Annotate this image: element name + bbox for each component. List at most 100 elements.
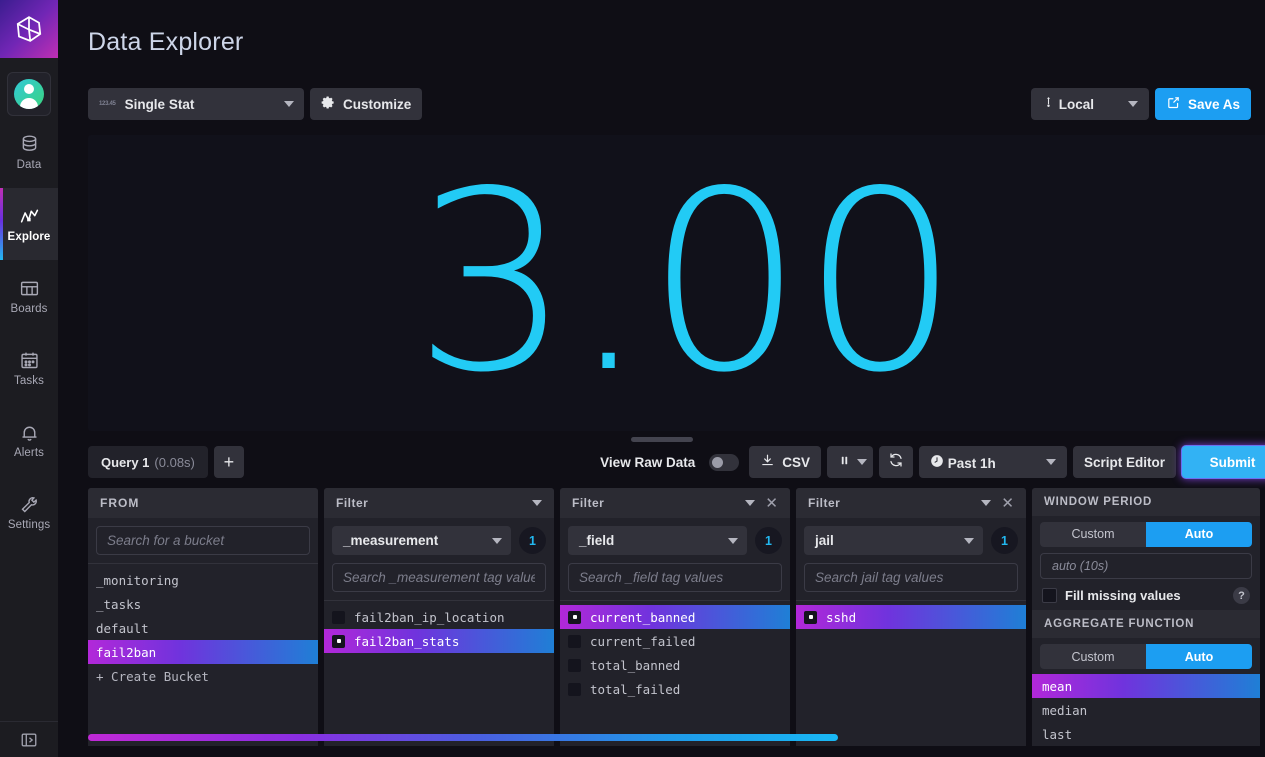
add-query-button[interactable]: + xyxy=(213,446,244,478)
csv-download-button[interactable]: CSV xyxy=(749,446,821,478)
from-panel-header: FROM xyxy=(88,488,318,518)
query-tab[interactable]: Query 1 (0.08s) xyxy=(88,446,208,478)
tag-value-list[interactable]: fail2ban_ip_location fail2ban_stats xyxy=(324,600,554,746)
tag-value-search-input[interactable] xyxy=(332,563,546,592)
list-item[interactable]: median xyxy=(1032,698,1260,722)
list-item-selected[interactable]: mean xyxy=(1032,674,1260,698)
checkbox-icon[interactable] xyxy=(332,610,345,624)
chevron-down-icon xyxy=(728,537,738,544)
refresh-icon xyxy=(888,452,904,473)
visualization-panel: 3.00 xyxy=(88,135,1265,431)
chevron-down-icon[interactable] xyxy=(981,500,992,506)
tag-key-dropdown[interactable]: _measurement xyxy=(332,526,511,555)
query-toolbar: Query 1 (0.08s) + View Raw Data CSV Past… xyxy=(88,446,1265,478)
chevron-down-icon xyxy=(284,101,294,107)
export-icon xyxy=(1166,95,1181,113)
sidebar-item-boards[interactable]: Boards xyxy=(0,260,58,332)
tag-value-label: current_banned xyxy=(590,609,696,625)
checkbox-icon-checked[interactable] xyxy=(568,610,581,624)
list-item[interactable]: current_failed xyxy=(560,629,790,653)
query-tab-label: Query 1 xyxy=(101,454,150,470)
list-item-selected[interactable]: sshd xyxy=(796,605,1026,629)
aggregate-function-mode-toggle[interactable]: Custom Auto xyxy=(1040,644,1252,669)
sidebar-item-tasks[interactable]: Tasks xyxy=(0,332,58,404)
tag-value-label: total_failed xyxy=(590,681,681,697)
bucket-search-input[interactable] xyxy=(96,526,310,555)
bucket-list[interactable]: _monitoring _tasks default fail2ban + Cr… xyxy=(88,563,318,746)
scrollbar-thumb[interactable] xyxy=(88,734,838,741)
checkbox-icon[interactable] xyxy=(568,634,581,648)
sidebar-item-settings[interactable]: Settings xyxy=(0,476,58,548)
time-range-dropdown[interactable]: Past 1h xyxy=(918,446,1067,478)
from-panel: FROM _monitoring _tasks defau xyxy=(88,488,318,746)
tag-value-list[interactable]: current_banned current_failed total_bann… xyxy=(560,600,790,746)
selected-count-badge: 1 xyxy=(755,527,782,554)
list-item[interactable]: total_banned xyxy=(560,653,790,677)
save-as-button[interactable]: Save As xyxy=(1154,88,1251,120)
influxdb-logo-icon[interactable] xyxy=(0,0,58,58)
tag-value-label: sshd xyxy=(826,609,857,625)
aggregate-custom-option[interactable]: Custom xyxy=(1040,644,1146,669)
list-item[interactable]: _monitoring xyxy=(88,568,318,592)
bell-icon xyxy=(19,422,40,443)
timezone-dropdown[interactable]: Local xyxy=(1030,88,1149,120)
tag-key-dropdown[interactable]: _field xyxy=(568,526,747,555)
sidebar-expand-icon[interactable] xyxy=(0,721,58,757)
pause-icon xyxy=(838,454,851,470)
window-period-auto-option[interactable]: Auto xyxy=(1146,521,1252,547)
list-item[interactable]: total_failed xyxy=(560,677,790,701)
window-period-title: WINDOW PERIOD xyxy=(1032,488,1260,516)
list-item[interactable]: fail2ban_ip_location xyxy=(324,605,554,629)
tag-key-dropdown[interactable]: jail xyxy=(804,526,983,555)
auto-refresh-pause-button[interactable] xyxy=(826,446,873,478)
query-builder: FROM _monitoring _tasks defau xyxy=(88,488,1265,746)
fill-missing-values-row[interactable]: Fill missing values ? xyxy=(1032,579,1260,610)
chevron-down-icon[interactable] xyxy=(745,500,756,506)
tag-key-label: _measurement xyxy=(343,533,439,548)
sidebar-item-alerts[interactable]: Alerts xyxy=(0,404,58,476)
script-editor-button[interactable]: Script Editor xyxy=(1072,446,1176,478)
filter-panel-title: Filter xyxy=(572,496,605,510)
page-title: Data Explorer xyxy=(88,28,244,56)
filter-panel-measurement: Filter _measurement 1 Search _measuremen… xyxy=(324,488,554,746)
builder-horizontal-scrollbar[interactable] xyxy=(88,734,1082,741)
window-period-custom-option[interactable]: Custom xyxy=(1040,522,1146,547)
avatar[interactable] xyxy=(7,72,51,116)
window-period-mode-toggle[interactable]: Custom Auto xyxy=(1040,521,1252,547)
submit-button[interactable]: Submit xyxy=(1182,446,1265,478)
create-bucket-button[interactable]: + Create Bucket xyxy=(88,664,318,688)
fill-missing-values-checkbox[interactable] xyxy=(1042,588,1057,604)
checkbox-icon-checked[interactable] xyxy=(804,610,817,624)
list-item[interactable]: _tasks xyxy=(88,592,318,616)
panel-resize-handle[interactable] xyxy=(630,437,693,442)
customize-button[interactable]: Customize xyxy=(310,88,423,120)
refresh-button[interactable] xyxy=(878,446,913,478)
save-as-label: Save As xyxy=(1187,96,1240,112)
view-raw-data-label: View Raw Data xyxy=(600,454,696,470)
list-item-selected[interactable]: fail2ban xyxy=(88,640,318,664)
list-item[interactable]: default xyxy=(88,616,318,640)
list-item-selected[interactable]: current_banned xyxy=(560,605,790,629)
visualization-type-dropdown[interactable]: 123.45 Single Stat xyxy=(88,88,304,120)
filter-panel-field: Filter ✕ _field 1 Search _field tag valu… xyxy=(560,488,790,746)
tag-value-search-input[interactable] xyxy=(804,563,1018,592)
checkbox-icon-checked[interactable] xyxy=(332,634,345,648)
sidebar-item-explore[interactable]: Explore xyxy=(0,188,58,260)
query-duration: (0.08s) xyxy=(154,454,195,470)
checkbox-icon[interactable] xyxy=(568,682,581,696)
aggregate-auto-option[interactable]: Auto xyxy=(1146,644,1252,669)
tag-value-search-input[interactable] xyxy=(568,563,782,592)
checkbox-icon[interactable] xyxy=(568,658,581,672)
close-icon[interactable]: ✕ xyxy=(1001,496,1014,511)
tag-value-list[interactable]: sshd xyxy=(796,600,1026,746)
question-mark-icon[interactable]: ? xyxy=(1233,587,1250,605)
view-raw-data-toggle[interactable] xyxy=(709,453,740,471)
selected-count-badge: 1 xyxy=(519,527,546,554)
list-item-selected[interactable]: fail2ban_stats xyxy=(324,629,554,653)
chevron-down-icon[interactable] xyxy=(532,500,542,506)
visualization-type-label: Single Stat xyxy=(124,96,195,112)
csv-label: CSV xyxy=(782,454,810,470)
window-period-input[interactable]: auto (10s) xyxy=(1040,552,1252,580)
close-icon[interactable]: ✕ xyxy=(765,496,778,511)
sidebar-item-data[interactable]: Data xyxy=(0,116,58,188)
